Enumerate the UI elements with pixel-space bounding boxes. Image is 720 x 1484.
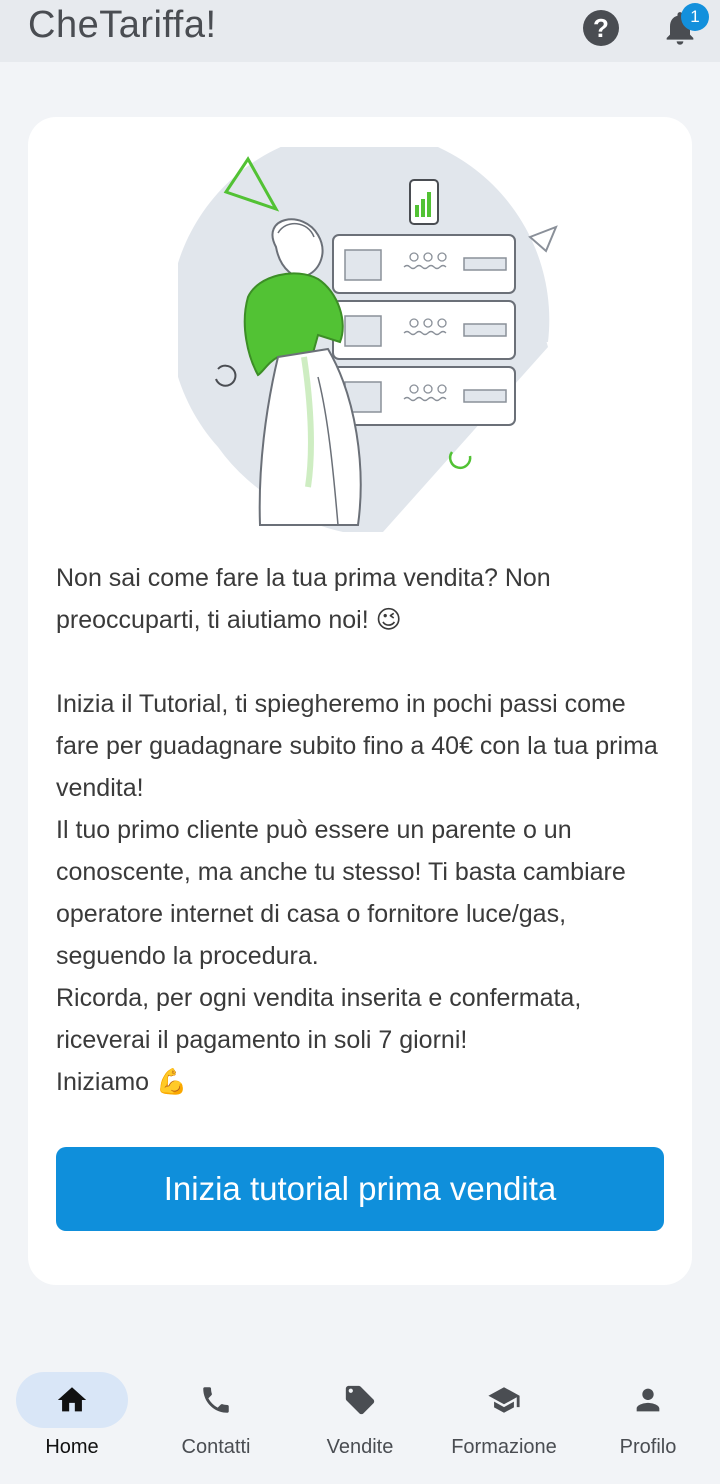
nav-item-contatti[interactable]: Contatti — [144, 1372, 288, 1472]
nav-label-profilo: Profilo — [619, 1436, 677, 1458]
notification-badge: 1 — [681, 3, 709, 31]
nav-label-vendite: Vendite — [326, 1436, 394, 1458]
nav-item-formazione[interactable]: Formazione — [432, 1372, 576, 1472]
first-client-paragraph: Il tuo primo cliente può essere un paren… — [56, 816, 626, 970]
nav-label-contatti: Contatti — [181, 1436, 251, 1458]
app-title: CheTariffa! — [28, 4, 217, 46]
nav-item-profilo[interactable]: Profilo — [576, 1372, 720, 1472]
bottom-nav: Home Contatti Vendite Formazione Profilo — [0, 1350, 720, 1484]
tutorial-card: Non sai come fare la tua prima vendita? … — [28, 117, 692, 1285]
start-paragraph: Iniziamo 💪 — [56, 1068, 188, 1096]
app-header: CheTariffa! ? 1 — [0, 0, 720, 62]
graduation-cap-icon — [488, 1387, 520, 1413]
help-icon[interactable]: ? — [583, 10, 619, 46]
phone-icon — [203, 1387, 229, 1413]
tutorial-illustration — [178, 147, 558, 532]
home-icon — [57, 1387, 87, 1412]
person-icon — [636, 1388, 660, 1412]
nav-label-formazione: Formazione — [451, 1436, 557, 1458]
intro-text: Non sai come fare la tua prima vendita? … — [56, 557, 668, 1103]
nav-item-vendite[interactable]: Vendite — [288, 1372, 432, 1472]
tutorial-paragraph: Inizia il Tutorial, ti spiegheremo in po… — [56, 690, 658, 802]
nav-label-home: Home — [45, 1436, 99, 1458]
intro-paragraph: Non sai come fare la tua prima vendita? … — [56, 564, 551, 634]
tag-icon — [345, 1385, 375, 1415]
nav-item-home[interactable]: Home — [0, 1372, 144, 1472]
payment-paragraph: Ricorda, per ogni vendita inserita e con… — [56, 984, 582, 1054]
start-tutorial-button[interactable]: Inizia tutorial prima vendita — [56, 1147, 664, 1231]
